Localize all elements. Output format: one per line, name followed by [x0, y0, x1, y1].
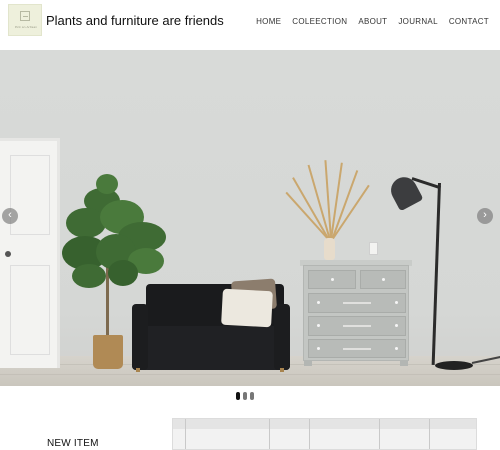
carousel-indicator-2[interactable] — [243, 392, 247, 400]
pillow-white — [221, 288, 273, 328]
door — [0, 138, 60, 368]
carousel-prev-button[interactable]: ‹ — [2, 208, 18, 224]
nav-about[interactable]: ABOUT — [358, 17, 387, 26]
wall-socket — [369, 242, 378, 255]
new-item-heading: NEW ITEM — [47, 438, 99, 449]
chevron-right-icon: › — [483, 209, 487, 221]
main-nav: HOME COLEECTION ABOUT JOURNAL CONTACT — [256, 17, 489, 26]
logo-mark-icon — [20, 11, 30, 21]
new-item-image[interactable] — [172, 418, 477, 450]
door-knob — [5, 251, 11, 257]
nav-journal[interactable]: JOURNAL — [398, 17, 437, 26]
nav-home[interactable]: HOME — [256, 17, 281, 26]
nav-contact[interactable]: CONTACT — [449, 17, 489, 26]
plant-pot — [93, 335, 123, 369]
carousel-indicators — [236, 392, 254, 400]
logo-text: Pick an Artisan — [14, 25, 38, 29]
carousel-indicator-1[interactable] — [236, 392, 240, 400]
carousel-indicator-3[interactable] — [250, 392, 254, 400]
nav-collection[interactable]: COLEECTION — [292, 17, 347, 26]
site-logo[interactable]: Pick an Artisan — [8, 4, 42, 36]
chevron-left-icon: ‹ — [8, 209, 12, 221]
site-header: Pick an Artisan Plants and furniture are… — [0, 0, 500, 46]
site-title: Plants and furniture are friends — [46, 13, 224, 28]
carousel-next-button[interactable]: › — [477, 208, 493, 224]
vase — [324, 238, 335, 260]
hero-carousel: ‹ › — [0, 50, 500, 386]
